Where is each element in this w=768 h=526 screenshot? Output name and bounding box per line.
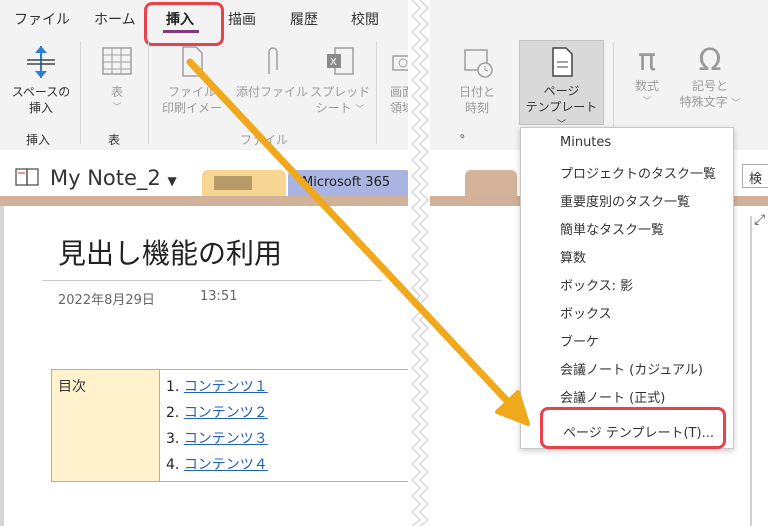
callout-arrow (186, 58, 530, 426)
